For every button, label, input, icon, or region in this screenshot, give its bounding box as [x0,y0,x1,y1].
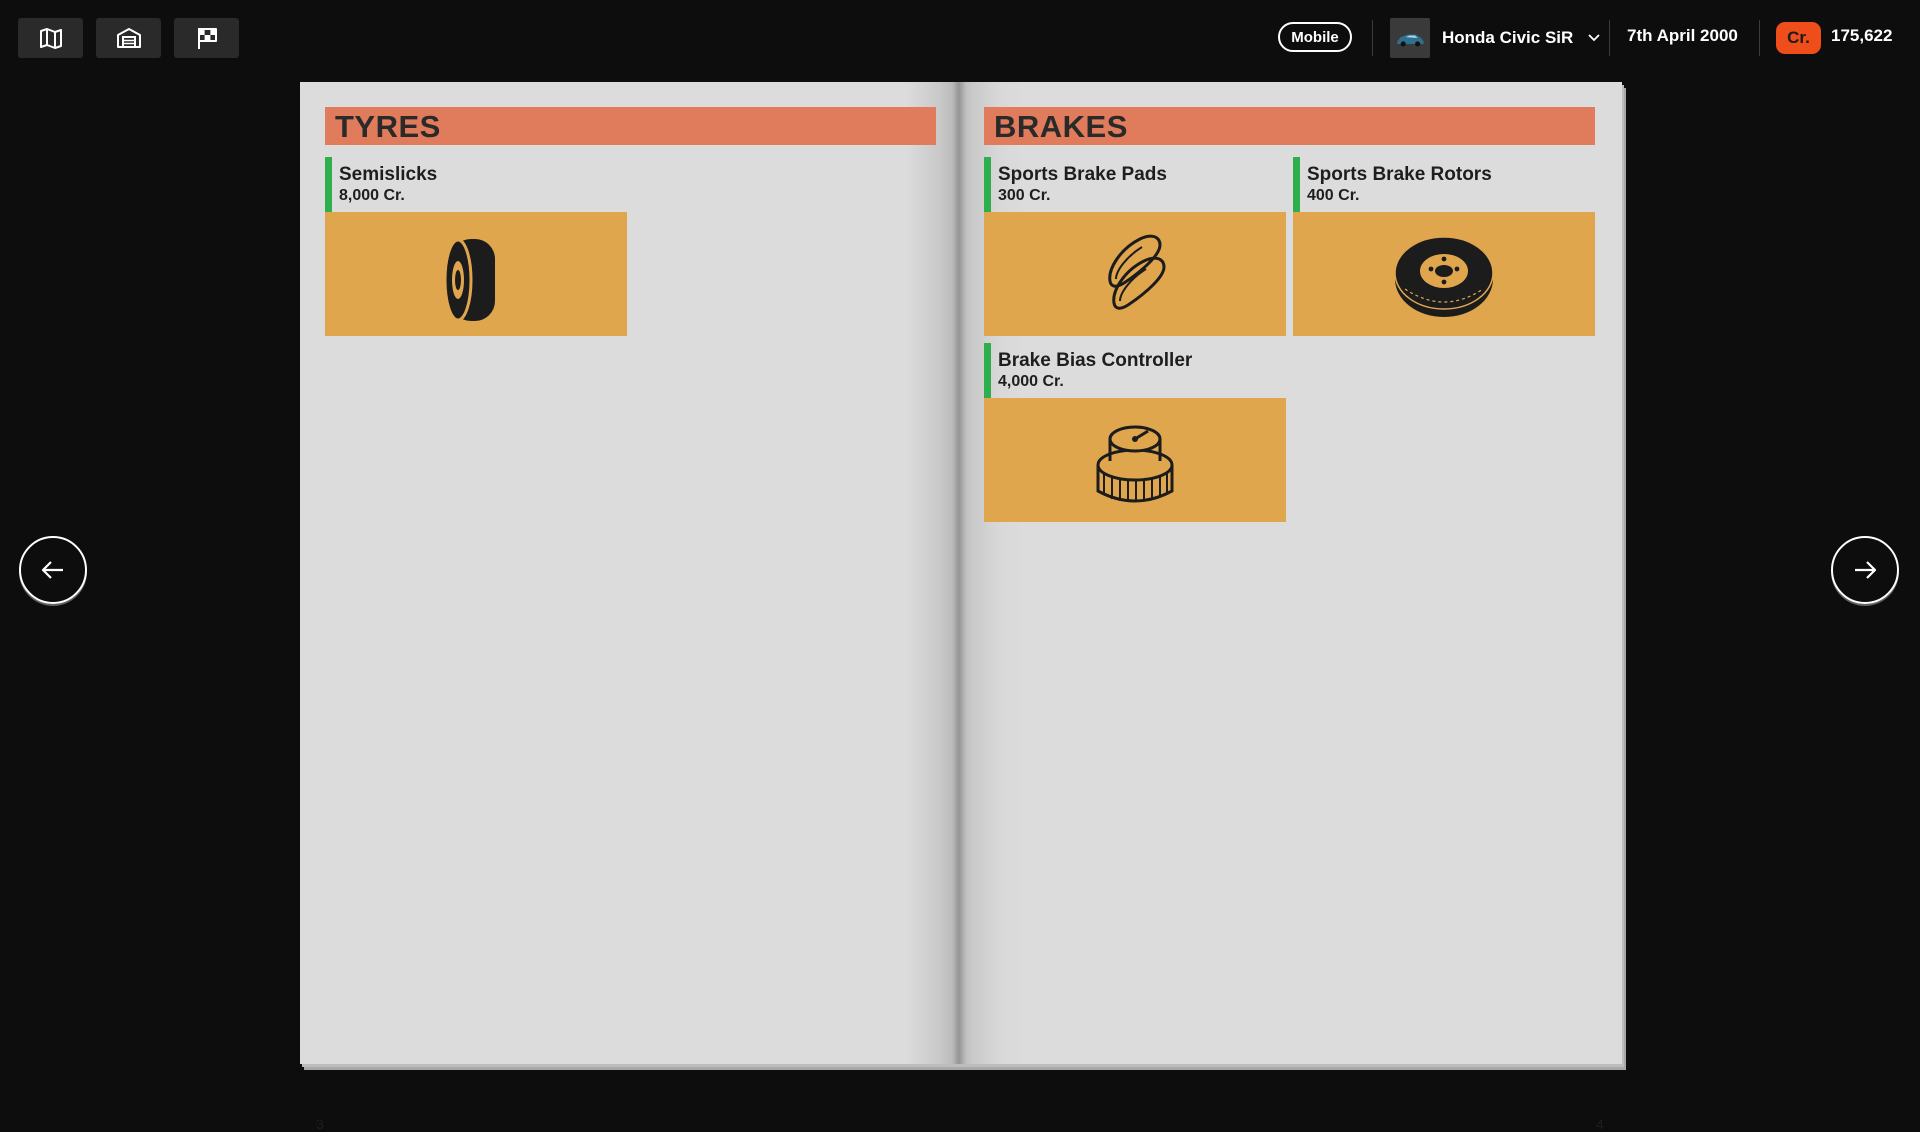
arrow-left-icon [41,561,63,579]
divider [1609,20,1610,56]
brake-rotor-icon [1394,236,1494,317]
part-price: 8,000 Cr. [339,187,405,204]
part-image [984,398,1286,522]
part-card-header: Brake Bias Controller 4,000 Cr. [984,343,1286,398]
parts-catalog-book: TYRES Semislicks 8,000 Cr. 3 BRAKES Spor… [300,82,1622,1132]
car-icon [1397,34,1424,47]
left-page: TYRES Semislicks 8,000 Cr. 3 [300,82,959,1132]
map-button[interactable] [18,18,83,58]
part-card-header: Sports Brake Rotors 400 Cr. [1293,157,1595,212]
race-button[interactable] [174,18,239,58]
part-price: 4,000 Cr. [998,373,1064,390]
part-image [1293,212,1595,336]
tyre-icon [443,238,495,322]
section-header-tyres: TYRES [325,107,936,145]
credits-balance: 175,622 [1831,26,1893,45]
page-number: 3 [316,1116,324,1132]
part-card-brake-bias-controller[interactable]: Brake Bias Controller 4,000 Cr. [984,343,1286,522]
previous-page-button[interactable] [19,536,87,604]
part-price: 400 Cr. [1307,187,1360,204]
car-name: Honda Civic SiR [1442,28,1574,47]
divider [1759,20,1760,56]
credits-badge: Cr. [1776,22,1821,54]
top-bar: Mobile Honda Civic SiR 7th April 2000 Cr… [0,0,1920,76]
chevron-down-icon [1588,34,1600,42]
part-name: Sports Brake Pads [998,164,1167,185]
part-name: Semislicks [339,164,438,185]
arrow-right-icon [1855,561,1877,579]
brake-bias-knob-icon [1096,425,1174,503]
next-page-button[interactable] [1831,536,1899,604]
car-selector[interactable]: Honda Civic SiR [1390,18,1601,58]
right-page: BRAKES Sports Brake Pads 300 Cr. Sports … [959,82,1622,1132]
part-image [325,212,627,336]
flag-icon [197,28,217,49]
mobile-button[interactable]: Mobile [1278,22,1352,52]
garage-icon [116,28,141,48]
part-name: Sports Brake Rotors [1307,164,1492,185]
section-header-brakes: BRAKES [984,107,1595,145]
part-card-header: Semislicks 8,000 Cr. [325,157,627,212]
part-image [984,212,1286,336]
map-icon [39,28,62,49]
divider [1372,20,1373,56]
part-card-semislicks[interactable]: Semislicks 8,000 Cr. [325,157,627,336]
game-date: 7th April 2000 [1627,26,1738,45]
part-card-header: Sports Brake Pads 300 Cr. [984,157,1286,212]
part-card-sports-brake-rotors[interactable]: Sports Brake Rotors 400 Cr. [1293,157,1595,336]
page-number: 4 [1596,1116,1604,1132]
part-price: 300 Cr. [998,187,1051,204]
brake-pads-icon [1108,234,1166,310]
book-spine [952,82,966,1064]
car-thumbnail [1390,18,1430,58]
garage-button[interactable] [96,18,161,58]
part-name: Brake Bias Controller [998,350,1193,371]
part-card-sports-brake-pads[interactable]: Sports Brake Pads 300 Cr. [984,157,1286,336]
